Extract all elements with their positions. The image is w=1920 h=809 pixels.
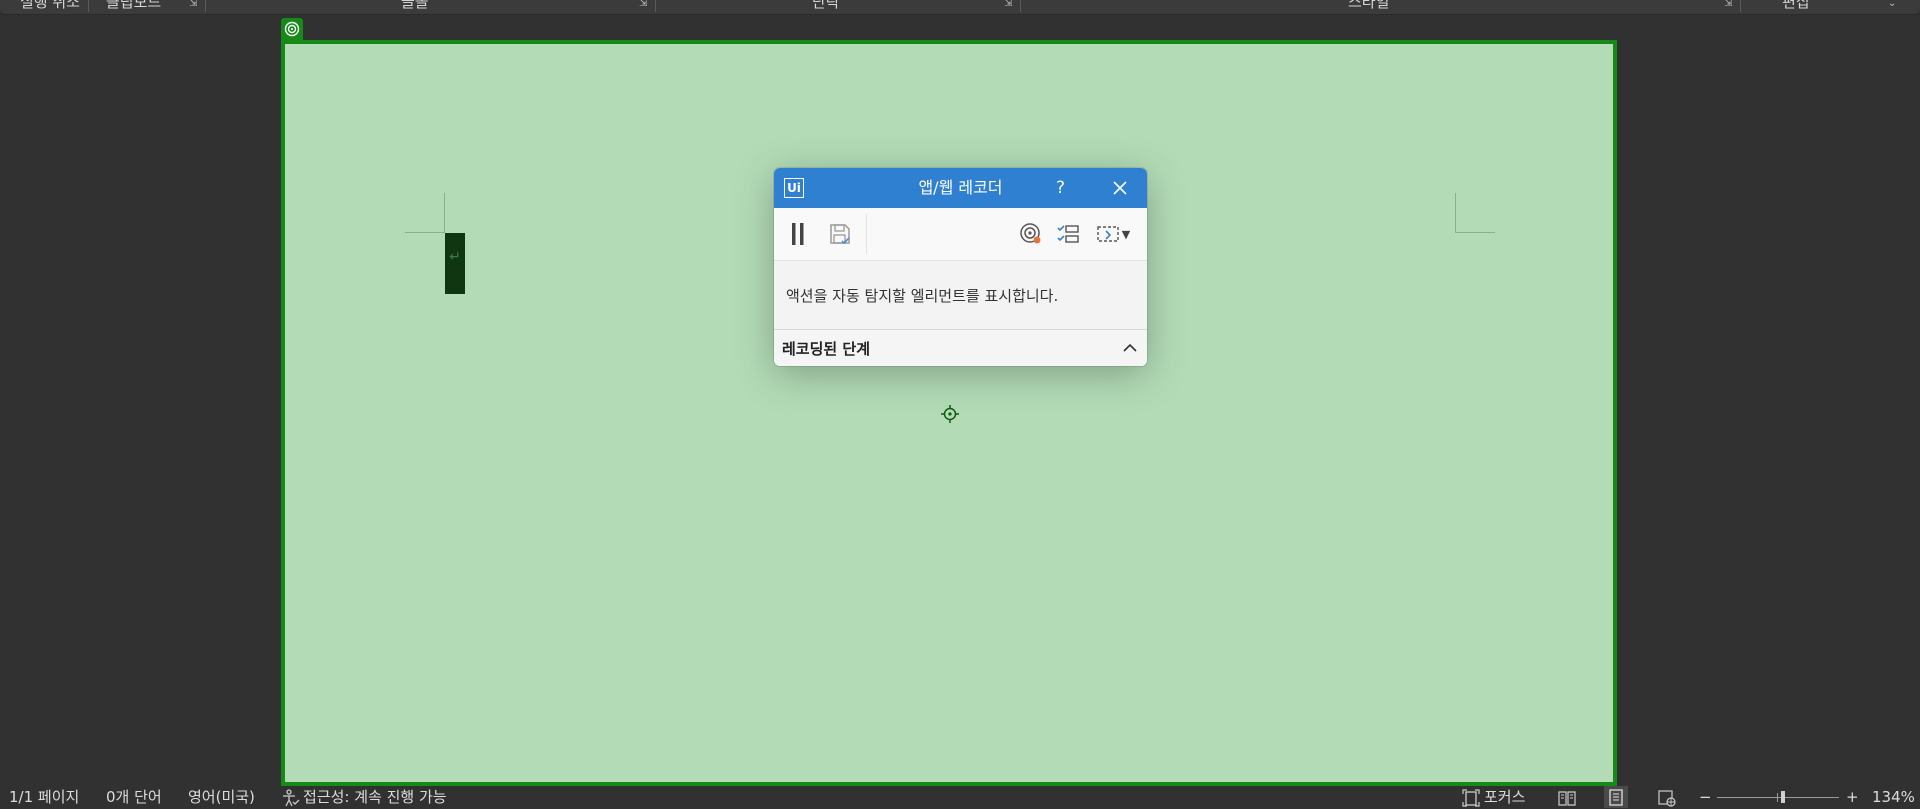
pause-icon [792,223,804,245]
accessibility-icon[interactable] [282,789,300,807]
recorder-toolbar: ▼ [774,208,1147,261]
checklist-icon [1057,225,1079,243]
recorder-dialog[interactable]: Ui 앱/웹 레코더 ? ▼ 액션을 자동 탐지할 엘리먼트를 표시합니다. 레… [774,168,1147,366]
focus-button[interactable]: 포커스 [1484,786,1525,809]
margin-mark-top-right-horizontal [1455,232,1495,233]
web-layout-icon[interactable] [1658,789,1676,807]
pause-button[interactable] [784,220,812,248]
print-layout-button[interactable] [1604,786,1628,808]
target-icon [1020,223,1041,244]
checklist-button[interactable] [1054,220,1082,248]
recorded-steps-header[interactable]: 레코딩된 단계 [774,330,1147,366]
word-count[interactable]: 0개 단어 [106,786,162,809]
page-count[interactable]: 1/1 페이지 [9,786,79,809]
margin-mark-top-right-vertical [1455,193,1456,233]
zoom-slider-track[interactable] [1717,797,1839,798]
close-icon[interactable] [1110,178,1130,198]
screen-select-dropdown[interactable]: ▼ [1090,220,1136,248]
status-bar: 1/1 페이지 0개 단어 영어(미국) 접근성: 계속 진행 가능 포커스 −… [0,786,1920,808]
ribbon-separator [655,0,656,12]
toolbar-divider [866,214,867,254]
ribbon-group-font: 글꼴 [401,0,429,11]
ribbon-separator [1020,0,1021,12]
ribbon-group-editing: 편집 [1782,0,1810,11]
crosshair-icon [941,405,959,423]
print-layout-icon [1609,789,1623,806]
paragraph-launcher-icon[interactable]: ⇲ [1004,0,1014,9]
ribbon-separator [205,0,206,12]
recorder-message: 액션을 자동 탐지할 엘리먼트를 표시합니다. [774,261,1147,330]
screen-select-icon [1097,226,1119,242]
ribbon-separator [88,0,89,12]
zoom-level[interactable]: 134% [1872,786,1915,809]
ribbon-group-styles: 스타일 [1348,0,1390,11]
accessibility-status[interactable]: 접근성: 계속 진행 가능 [303,786,447,809]
recorder-title: 앱/웹 레코더 [918,178,1003,197]
paragraph-mark: ↵ [445,233,465,294]
chevron-down-icon: ▼ [1121,227,1131,241]
zoom-in-button[interactable]: + [1846,786,1859,809]
ribbon-separator [1740,0,1741,12]
help-button[interactable]: ? [1056,168,1065,208]
recorder-titlebar[interactable]: Ui 앱/웹 레코더 ? [774,168,1147,208]
ribbon-group-clipboard: 클립보드 [106,0,162,11]
clipboard-launcher-icon[interactable]: ⇲ [189,0,199,9]
ribbon-group-paragraph: 단락 [812,0,840,11]
chevron-up-icon[interactable] [1121,339,1139,357]
margin-mark-top-left-horizontal [405,232,445,233]
ribbon-collapse-icon[interactable]: ⌄ [1888,0,1898,9]
save-button[interactable] [826,220,854,248]
zoom-out-button[interactable]: − [1699,786,1712,809]
recorded-steps-label: 레코딩된 단계 [782,339,871,358]
ribbon-group-undo: 실행 취소 [20,0,80,11]
zoom-slider-thumb[interactable] [1781,791,1785,803]
zoom-slider-midmark [1777,793,1778,802]
target-icon [284,21,300,37]
read-mode-icon[interactable] [1558,789,1576,807]
ribbon-group-labels: 실행 취소 클립보드 ⇲ 글꼴 ⇲ 단락 ⇲ 스타일 ⇲ 편집 ⌄ [0,0,1920,15]
margin-mark-top-left-vertical [444,193,445,233]
focus-icon[interactable] [1462,789,1480,807]
styles-launcher-icon[interactable]: ⇲ [1724,0,1734,9]
save-icon [830,224,850,245]
target-button[interactable] [1017,220,1045,248]
font-launcher-icon[interactable]: ⇲ [639,0,649,9]
language-indicator[interactable]: 영어(미국) [188,786,255,809]
target-badge [281,18,303,40]
